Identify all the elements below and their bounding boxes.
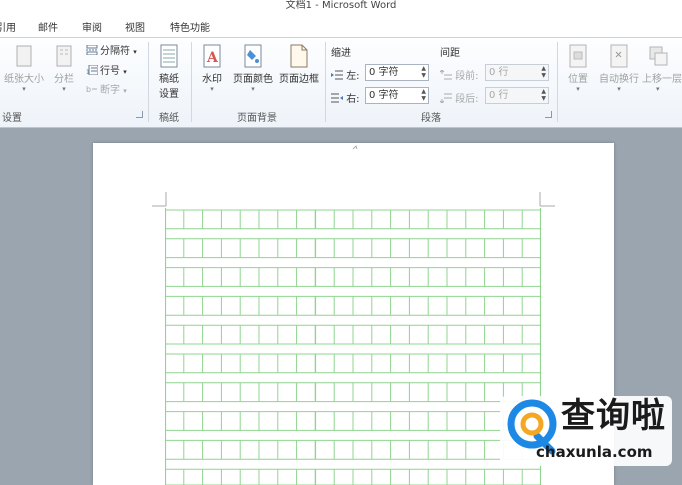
manuscript-paper-icon (160, 44, 178, 68)
spacing-after-row: 段后: (439, 90, 479, 105)
svg-text:A: A (206, 50, 219, 66)
spacing-before-value: 0 行 (489, 67, 509, 78)
wrap-text-button[interactable]: 自动换行 ▾ (597, 44, 641, 93)
watermark-label: 水印 (202, 74, 222, 85)
page-setup-group-label: 设置 (2, 113, 22, 124)
spacing-before-label: 段前: (455, 71, 479, 82)
line-numbers-icon: 1 (86, 65, 98, 75)
ribbon: 纸张大小 ▾ 分栏 ▾ 分隔符 ▾ 1 行号 ▾ b 断字 ▾ 设置 稿纸 设置 稿… (0, 38, 682, 128)
chevron-down-icon: ▾ (656, 85, 660, 93)
bring-forward-button[interactable]: 上移一层 ▾ (642, 44, 682, 93)
line-numbers-button[interactable]: 1 行号 ▾ (86, 62, 127, 77)
chevron-down-icon: ▾ (617, 85, 621, 93)
logo-url-text: chaxunla.com (536, 443, 653, 461)
indent-header: 缩进 (331, 48, 351, 59)
breaks-icon (86, 45, 98, 55)
chevron-down-icon: ▾ (210, 85, 214, 93)
spacing-after-value: 0 行 (489, 90, 509, 101)
spacing-before-icon (439, 69, 452, 80)
page-borders-label: 页面边框 (279, 74, 319, 85)
paragraph-group-label: 段落 (421, 113, 441, 124)
spinner-arrows-icon[interactable]: ▲ ▼ (541, 88, 546, 102)
chevron-down-icon: ▾ (576, 85, 580, 93)
indent-left-input[interactable]: 0 字符 ▲ ▼ (365, 64, 429, 81)
page-borders-icon (290, 44, 308, 68)
group-divider (557, 42, 558, 122)
chevron-down-icon: ▾ (62, 85, 66, 93)
group-divider (325, 42, 326, 122)
bring-forward-label: 上移一层 (642, 74, 682, 85)
spinner-arrows-icon[interactable]: ▲ ▼ (541, 65, 546, 79)
spinner-arrows-icon[interactable]: ▲ ▼ (421, 65, 426, 79)
page-color-button[interactable]: 页面颜色 ▾ (231, 44, 275, 93)
ribbon-tabs: 引用 邮件 审阅 视图 特色功能 (0, 14, 682, 38)
svg-text:1: 1 (86, 69, 90, 75)
position-button[interactable]: 位置 ▾ (562, 44, 594, 93)
logo-brand-text: 查询啦 (561, 396, 666, 436)
tab-special-features[interactable]: 特色功能 (170, 19, 210, 34)
manuscript-setup-label-line2: 设置 (159, 89, 179, 100)
spacing-before-input[interactable]: 0 行 ▲ ▼ (485, 64, 549, 81)
spacing-after-input[interactable]: 0 行 ▲ ▼ (485, 87, 549, 104)
page-color-label: 页面颜色 (233, 74, 273, 85)
columns-button[interactable]: 分栏 ▾ (50, 44, 78, 93)
indent-left-row: 左: (331, 67, 360, 82)
manuscript-setup-button[interactable]: 稿纸 设置 (152, 44, 186, 100)
paper-size-label: 纸张大小 (4, 74, 44, 85)
wrap-text-icon (610, 44, 628, 68)
chevron-down-icon: ▾ (22, 85, 26, 93)
group-divider (191, 42, 192, 122)
paper-size-icon (16, 45, 32, 67)
paper-size-button[interactable]: 纸张大小 ▾ (2, 44, 46, 93)
spinner-arrows-icon[interactable]: ▲ ▼ (421, 88, 426, 102)
watermark-button[interactable]: A 水印 ▾ (197, 44, 227, 93)
spacing-before-row: 段前: (439, 67, 479, 82)
group-divider (148, 42, 149, 122)
svg-text:b: b (86, 85, 91, 94)
bring-forward-icon (649, 46, 668, 66)
tab-review[interactable]: 审阅 (82, 19, 102, 34)
chevron-down-icon: ▾ (251, 85, 255, 93)
columns-label: 分栏 (54, 74, 74, 85)
spacing-header: 间距 (440, 48, 460, 59)
page-borders-button[interactable]: 页面边框 (277, 44, 321, 85)
page-setup-dialog-launcher[interactable] (136, 111, 143, 118)
breaks-button[interactable]: 分隔符 ▾ (86, 42, 137, 57)
tab-view[interactable]: 视图 (125, 19, 145, 34)
tab-mailings[interactable]: 邮件 (38, 19, 58, 34)
breaks-label: 分隔符 (100, 46, 130, 57)
wrap-text-label: 自动换行 (599, 74, 639, 85)
manuscript-setup-label-line1: 稿纸 (159, 74, 179, 85)
position-icon (569, 44, 587, 68)
indent-right-input[interactable]: 0 字符 ▲ ▼ (365, 87, 429, 104)
indent-right-row: 右: (331, 90, 360, 105)
page-color-icon (244, 44, 262, 68)
tab-references[interactable]: 引用 (0, 19, 16, 34)
paragraph-dialog-launcher[interactable] (545, 111, 552, 118)
indent-right-value: 0 字符 (369, 90, 399, 101)
spacing-after-icon (439, 93, 452, 104)
indent-left-value: 0 字符 (369, 67, 399, 78)
hyphenation-button[interactable]: b 断字 ▾ (86, 81, 127, 96)
columns-icon (56, 45, 72, 67)
page-background-group-label: 页面背景 (237, 113, 277, 124)
indent-right-label: 右: (346, 94, 360, 105)
position-label: 位置 (568, 74, 588, 85)
indent-right-icon (331, 93, 343, 103)
spacing-after-label: 段后: (455, 94, 479, 105)
line-numbers-label: 行号 (100, 66, 120, 77)
indent-left-icon (331, 70, 343, 80)
manuscript-group-label: 稿纸 (159, 113, 179, 124)
watermark-icon: A (203, 44, 221, 68)
manuscript-grid[interactable] (165, 208, 541, 485)
hyphenation-icon: b (86, 85, 97, 94)
indent-left-label: 左: (346, 71, 360, 82)
hyphenation-label: 断字 (100, 85, 120, 96)
window-title: 文档1 - Microsoft Word (0, 0, 682, 14)
